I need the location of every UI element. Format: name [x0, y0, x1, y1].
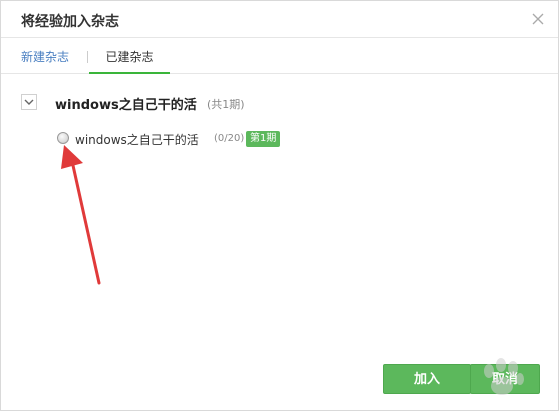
tab-new-magazine[interactable]: 新建杂志: [21, 48, 69, 74]
tab-bar: 新建杂志 已建杂志: [1, 38, 558, 74]
tab-existing-magazines[interactable]: 已建杂志: [89, 48, 170, 74]
tab-divider: [87, 51, 88, 63]
add-button[interactable]: 加入: [383, 364, 471, 394]
magazine-title: windows之自己干的活: [55, 98, 197, 113]
issue-radio[interactable]: [57, 132, 69, 144]
issue-progress: (0/20): [214, 133, 245, 144]
issue-badge: 第1期: [246, 131, 281, 147]
add-to-magazine-dialog: 将经验加入杂志 新建杂志 已建杂志 windows之自己干的活 (共1期) wi…: [0, 0, 559, 411]
magazine-issue-count: (共1期): [207, 98, 245, 111]
dialog-title: 将经验加入杂志: [21, 14, 119, 30]
issue-name[interactable]: windows之自己干的活: [75, 131, 199, 148]
collapse-toggle[interactable]: [21, 94, 37, 110]
close-icon[interactable]: [530, 11, 546, 27]
cancel-button[interactable]: 取消: [470, 364, 540, 394]
dialog-header: 将经验加入杂志: [1, 1, 558, 38]
